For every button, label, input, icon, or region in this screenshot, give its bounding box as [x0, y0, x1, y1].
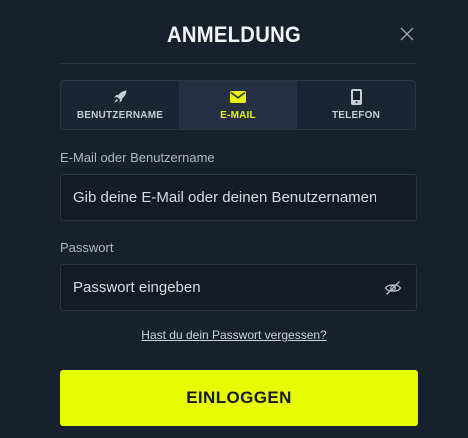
tab-phone-label: TELEFON — [331, 110, 381, 121]
phone-icon — [347, 89, 365, 105]
password-input[interactable] — [61, 265, 416, 310]
email-field-container — [60, 174, 417, 221]
modal-title: ANMELDUNG — [166, 22, 302, 47]
modal-header: ANMELDUNG — [0, 0, 468, 64]
forgot-password-row: Hast du dein Passwort vergessen? — [0, 328, 468, 342]
tab-email-label: E-MAIL — [220, 110, 256, 121]
close-icon[interactable] — [400, 27, 414, 41]
login-button[interactable]: EINLOGGEN — [60, 370, 418, 426]
forgot-password-link[interactable]: Hast du dein Passwort vergessen? — [141, 328, 326, 342]
login-modal: ANMELDUNG BENUTZERNAME E-MAIL TELEFON E-… — [0, 0, 468, 438]
password-field-container — [60, 264, 417, 311]
envelope-icon — [229, 89, 247, 105]
email-field-label: E-Mail oder Benutzername — [60, 150, 215, 165]
tab-username[interactable]: BENUTZERNAME — [61, 81, 179, 129]
tab-username-label: BENUTZERNAME — [76, 110, 164, 121]
tab-phone[interactable]: TELEFON — [297, 81, 415, 129]
login-method-tabs: BENUTZERNAME E-MAIL TELEFON — [60, 80, 416, 130]
email-input[interactable] — [61, 175, 416, 220]
tab-email[interactable]: E-MAIL — [179, 81, 297, 129]
eye-off-icon[interactable] — [384, 280, 402, 296]
header-divider — [60, 63, 416, 64]
password-field-label: Passwort — [60, 240, 114, 255]
rocket-icon — [111, 89, 129, 105]
